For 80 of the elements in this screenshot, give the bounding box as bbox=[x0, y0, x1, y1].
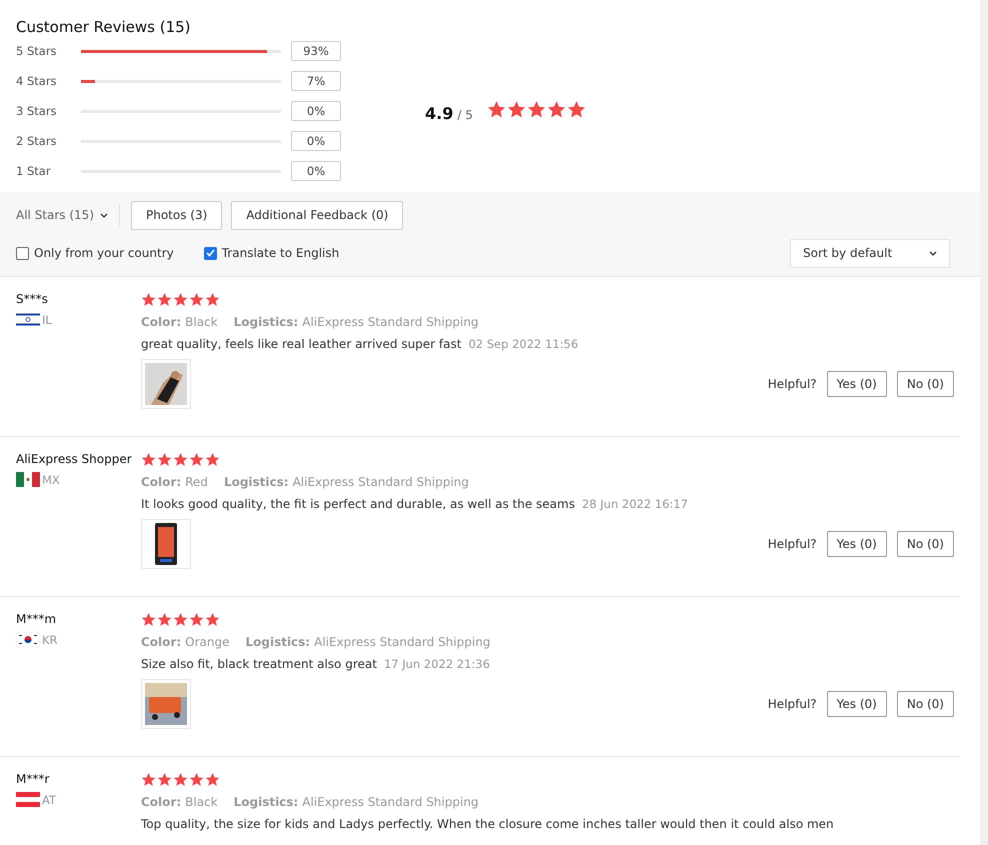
score-scale: / 5 bbox=[457, 108, 473, 122]
star-icon bbox=[157, 612, 172, 627]
rating-percent: 93% bbox=[291, 41, 341, 61]
review-attributes: Color: Orange Logistics: AliExpress Standard Shipping bbox=[141, 635, 492, 649]
helpful-label: Helpful? bbox=[768, 377, 817, 391]
star-icon bbox=[189, 452, 204, 467]
country-code: MX bbox=[42, 472, 60, 486]
rating-percent: 0% bbox=[291, 131, 341, 151]
yes-button[interactable]: Yes (0) bbox=[826, 371, 887, 397]
rating-label: 4 Stars bbox=[16, 74, 58, 88]
flag-icon bbox=[16, 792, 40, 807]
star-icon bbox=[486, 100, 506, 118]
checkbox-label: Only from your country bbox=[34, 246, 174, 260]
star-filter-dropdown[interactable]: All Stars (15) bbox=[16, 205, 108, 225]
checkbox-label: Translate to English bbox=[222, 246, 340, 260]
star-icon bbox=[173, 292, 188, 307]
reviewer-name: M***m bbox=[16, 612, 58, 626]
reviewer-name: AliExpress Shopper bbox=[16, 452, 133, 466]
star-icon bbox=[205, 452, 220, 467]
yes-button[interactable]: Yes (0) bbox=[826, 691, 887, 717]
average-score: 4.9 bbox=[425, 104, 454, 122]
review-text: Size also fit, black treatment also great bbox=[141, 657, 377, 671]
reviewer-name: M***r bbox=[16, 772, 50, 786]
rating-label: 5 Stars bbox=[16, 44, 58, 58]
star-icon bbox=[506, 100, 526, 118]
rating-label: 2 Stars bbox=[16, 134, 58, 148]
filter-button[interactable]: Photos (3) bbox=[131, 200, 222, 230]
no-button[interactable]: No (0) bbox=[896, 531, 954, 557]
star-icon bbox=[173, 452, 188, 467]
rating-percent: 0% bbox=[291, 101, 341, 121]
review-date: 02 Sep 2022 11:56 bbox=[468, 337, 578, 351]
rating-percent: 7% bbox=[291, 71, 341, 91]
review-text: great quality, feels like real leather arrived super fast bbox=[141, 337, 462, 351]
star-icon bbox=[173, 772, 188, 787]
no-button[interactable]: No (0) bbox=[896, 371, 954, 397]
review-attributes: Color: Black Logistics: AliExpress Standard Shipping bbox=[141, 315, 480, 329]
rating-label: 1 Star bbox=[16, 164, 52, 178]
caret-icon bbox=[929, 250, 937, 256]
review-text: Top quality, the size for kids and Ladys perfectly. When the closure come inches taller would then it could also men bbox=[141, 817, 834, 831]
reviewer-name: S***s bbox=[16, 292, 49, 306]
star-icon bbox=[157, 292, 172, 307]
review-date: 17 Jun 2022 21:36 bbox=[384, 657, 490, 671]
star-icon bbox=[141, 772, 156, 787]
caret-icon bbox=[100, 212, 108, 218]
star-icon bbox=[546, 100, 566, 118]
helpful-label: Helpful? bbox=[768, 537, 817, 551]
star-icon bbox=[205, 292, 220, 307]
star-icon bbox=[189, 292, 204, 307]
country-code: KR bbox=[42, 632, 58, 646]
star-icon bbox=[141, 612, 156, 627]
flag-icon bbox=[16, 632, 40, 647]
sort-dropdown[interactable]: Sort by default bbox=[790, 238, 950, 268]
star-icon bbox=[157, 452, 172, 467]
review-date: 28 Jun 2022 16:17 bbox=[582, 497, 688, 511]
star-icon bbox=[566, 100, 586, 118]
flag-icon bbox=[16, 312, 40, 327]
star-icon bbox=[173, 612, 188, 627]
flag-icon bbox=[16, 472, 40, 487]
star-icon bbox=[141, 292, 156, 307]
star-icon bbox=[189, 772, 204, 787]
no-button[interactable]: No (0) bbox=[896, 691, 954, 717]
star-icon bbox=[205, 772, 220, 787]
star-icon bbox=[157, 772, 172, 787]
checkbox[interactable] bbox=[204, 246, 217, 260]
review-text: It looks good quality, the fit is perfect and durable, as well as the seams bbox=[141, 497, 575, 511]
star-icon bbox=[526, 100, 546, 118]
checkbox[interactable] bbox=[16, 246, 29, 260]
star-icon bbox=[141, 452, 156, 467]
yes-button[interactable]: Yes (0) bbox=[826, 531, 887, 557]
section-title: Customer Reviews (15) bbox=[16, 18, 192, 36]
star-icon bbox=[205, 612, 220, 627]
review-attributes: Color: Black Logistics: AliExpress Standard Shipping bbox=[141, 795, 480, 809]
star-icon bbox=[189, 612, 204, 627]
filter-button[interactable]: Additional Feedback (0) bbox=[231, 200, 404, 230]
rating-percent: 0% bbox=[291, 161, 341, 181]
rating-label: 3 Stars bbox=[16, 104, 58, 118]
helpful-label: Helpful? bbox=[768, 697, 817, 711]
country-code: AT bbox=[42, 792, 56, 806]
review-attributes: Color: Red Logistics: AliExpress Standard Shipping bbox=[141, 475, 470, 489]
country-code: IL bbox=[42, 312, 52, 326]
